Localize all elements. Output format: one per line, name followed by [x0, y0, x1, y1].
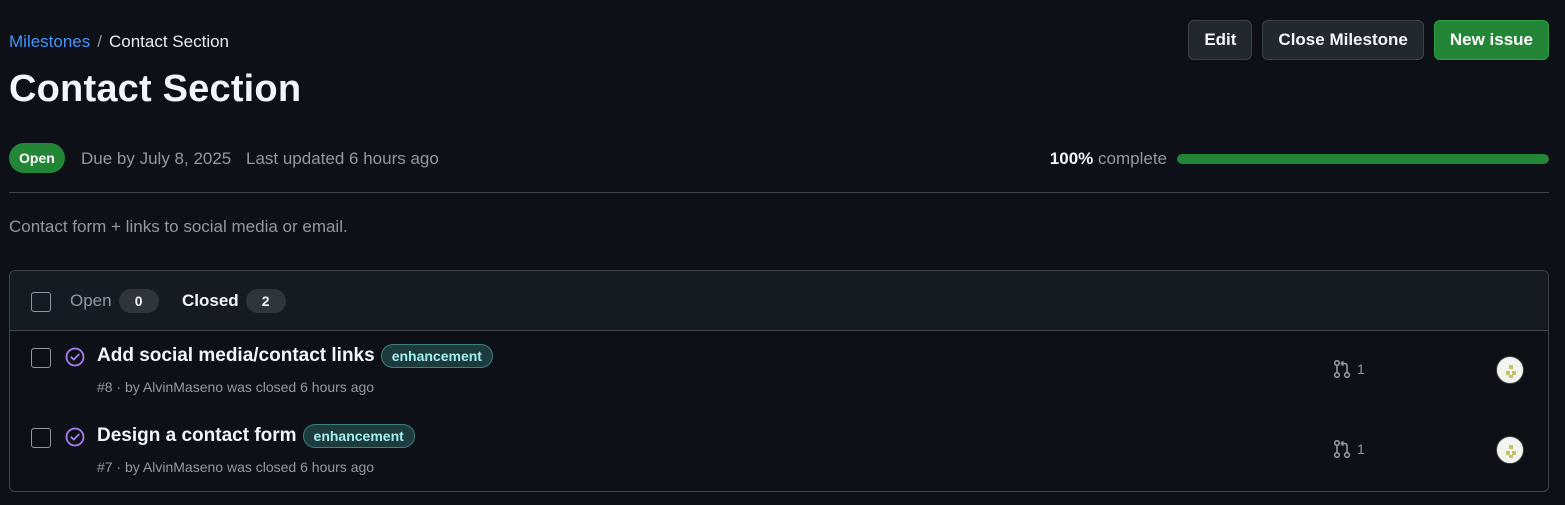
issue-title-line: Add social media/contact links enhanceme…	[97, 344, 493, 368]
breadcrumb-separator: /	[97, 32, 102, 51]
edit-button[interactable]: Edit	[1188, 20, 1253, 60]
status-badge: Open	[9, 143, 65, 173]
issue-label[interactable]: enhancement	[302, 424, 415, 448]
issue-title-link[interactable]: Design a contact form	[97, 425, 297, 447]
issue-closed-time: was closed 6 hours ago	[223, 459, 375, 475]
milestone-meta: Open Due by July 8, 2025 Last updated 6 …	[9, 143, 1549, 173]
milestone-actions: Edit Close Milestone New issue	[1188, 20, 1549, 60]
issue-author-link[interactable]: AlvinMaseno	[143, 459, 223, 475]
close-milestone-button[interactable]: Close Milestone	[1262, 20, 1424, 60]
issue-title-link[interactable]: Add social media/contact links	[97, 345, 375, 367]
page-title: Contact Section	[9, 68, 302, 110]
issue-checkbox[interactable]	[31, 428, 51, 448]
avatar-identicon-icon	[1506, 365, 1516, 378]
breadcrumb-milestones-link[interactable]: Milestones	[9, 32, 90, 52]
assignee-avatar[interactable]	[1496, 436, 1524, 464]
breadcrumb: Milestones / Contact Section	[9, 32, 229, 52]
tab-open-label: Open	[70, 291, 112, 310]
issue-title-line: Design a contact form enhancement	[97, 424, 415, 448]
issue-meta: #8 · by AlvinMaseno was closed 6 hours a…	[97, 379, 374, 395]
progress-bar-fill	[1177, 154, 1549, 164]
progress-percent: 100%	[1049, 149, 1094, 168]
linked-pr-count: 1	[1357, 361, 1365, 377]
linked-pr[interactable]: 1	[1333, 439, 1365, 459]
git-pull-request-icon	[1333, 439, 1351, 459]
issue-meta: #7 · by AlvinMaseno was closed 6 hours a…	[97, 459, 374, 475]
issue-row: Add social media/contact links enhanceme…	[10, 331, 1548, 411]
linked-pr[interactable]: 1	[1333, 359, 1365, 379]
due-date: Due by July 8, 2025	[81, 149, 232, 168]
last-updated: Last updated 6 hours ago	[246, 149, 439, 168]
milestone-page: Milestones / Contact Section Edit Close …	[0, 0, 1565, 505]
tab-open-issues[interactable]: Open 0	[70, 289, 159, 313]
progress-label: 100% complete	[1050, 149, 1167, 169]
issue-row: Design a contact form enhancement #7 · b…	[10, 411, 1548, 491]
milestone-description: Contact form + links to social media or …	[9, 217, 348, 236]
issues-list-header: Open 0 Closed 2	[10, 271, 1548, 331]
issue-number: #7 · by	[97, 459, 143, 475]
tab-closed-issues[interactable]: Closed 2	[182, 289, 286, 313]
linked-pr-count: 1	[1357, 441, 1365, 457]
closed-count-badge: 2	[245, 289, 286, 313]
progress: 100% complete	[1050, 149, 1549, 169]
divider	[9, 192, 1549, 193]
tab-closed-label: Closed	[182, 291, 239, 310]
issue-number: #8 · by	[97, 379, 143, 395]
select-all-checkbox[interactable]	[31, 292, 51, 312]
issue-author-link[interactable]: AlvinMaseno	[143, 379, 223, 395]
avatar-identicon-icon	[1506, 445, 1516, 458]
milestone-dates: Due by July 8, 2025 Last updated 6 hours…	[81, 149, 439, 169]
issues-list: Open 0 Closed 2 Add social media/contact…	[9, 270, 1549, 492]
new-issue-button[interactable]: New issue	[1433, 20, 1549, 60]
issue-closed-icon	[65, 427, 85, 447]
issue-label[interactable]: enhancement	[380, 344, 493, 368]
git-pull-request-icon	[1333, 359, 1351, 379]
progress-suffix: complete	[1098, 149, 1167, 168]
issue-checkbox[interactable]	[31, 348, 51, 368]
issue-closed-icon	[65, 347, 85, 367]
issue-closed-time: was closed 6 hours ago	[223, 379, 375, 395]
header-row: Milestones / Contact Section Edit Close …	[9, 20, 1549, 60]
breadcrumb-current: Contact Section	[109, 32, 230, 51]
assignee-avatar[interactable]	[1496, 356, 1524, 384]
open-count-badge: 0	[118, 289, 159, 313]
progress-bar	[1177, 154, 1549, 164]
